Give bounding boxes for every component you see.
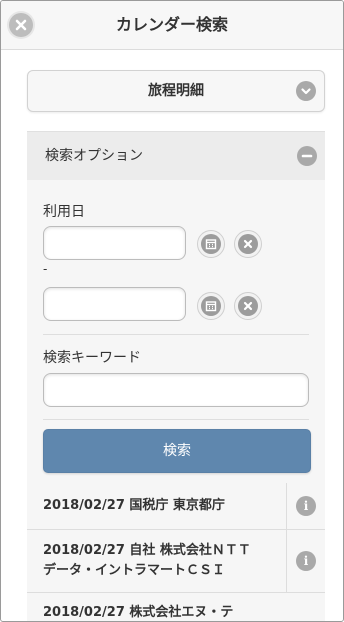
calendar-from-button[interactable]	[197, 230, 225, 258]
clear-to-button[interactable]	[234, 292, 262, 320]
search-button[interactable]: 検索	[43, 429, 311, 473]
result-info-button[interactable]: i	[286, 483, 325, 529]
calendar-to-button[interactable]	[197, 292, 225, 320]
calendar-icon	[201, 296, 221, 316]
header-bar: カレンダー検索	[1, 1, 343, 50]
dialog: カレンダー検索 旅程明細 検索オプション 利用日 - 検索キーワード 検索 20…	[0, 0, 344, 622]
list-item[interactable]: 2018/02/27 国税庁 東京都庁 i	[27, 483, 325, 530]
category-select-value: 旅程明細	[148, 83, 204, 99]
minus-icon[interactable]	[297, 146, 317, 166]
result-list: 2018/02/27 国税庁 東京都庁 i 2018/02/27 自社 株式会社…	[27, 483, 325, 621]
info-icon: i	[296, 551, 316, 571]
result-text: 2018/02/27 株式会社エヌ・テ	[43, 605, 234, 620]
result-info-button[interactable]: i	[286, 530, 325, 592]
calendar-icon	[201, 234, 221, 254]
keyword-input[interactable]	[43, 373, 309, 407]
date-label: 利用日	[43, 204, 85, 220]
page-title: カレンダー検索	[115, 15, 228, 34]
clear-icon	[238, 296, 258, 316]
keyword-label: 検索キーワード	[43, 350, 141, 366]
date-from-input[interactable]	[43, 226, 186, 260]
date-to-input[interactable]	[43, 287, 186, 321]
clear-icon	[238, 234, 258, 254]
category-select[interactable]: 旅程明細	[27, 70, 325, 112]
result-text: 2018/02/27 国税庁 東京都庁	[43, 498, 225, 513]
chevron-down-icon	[296, 81, 316, 101]
search-options-header[interactable]: 検索オプション	[27, 132, 325, 180]
search-options-title: 検索オプション	[45, 148, 143, 164]
search-options-panel: 検索オプション 利用日 - 検索キーワード 検索	[27, 131, 325, 484]
info-icon: i	[296, 496, 316, 516]
divider	[43, 334, 309, 335]
list-item[interactable]: 2018/02/27 自社 株式会社ＮＴＴ データ・イントラマートＣＳＩ i	[27, 530, 325, 593]
result-text: 2018/02/27 自社 株式会社ＮＴＴ データ・イントラマートＣＳＩ	[43, 543, 251, 578]
clear-from-button[interactable]	[234, 230, 262, 258]
date-range-separator: -	[43, 262, 48, 276]
divider	[43, 419, 309, 420]
list-item[interactable]: 2018/02/27 株式会社エヌ・テ	[27, 593, 325, 621]
